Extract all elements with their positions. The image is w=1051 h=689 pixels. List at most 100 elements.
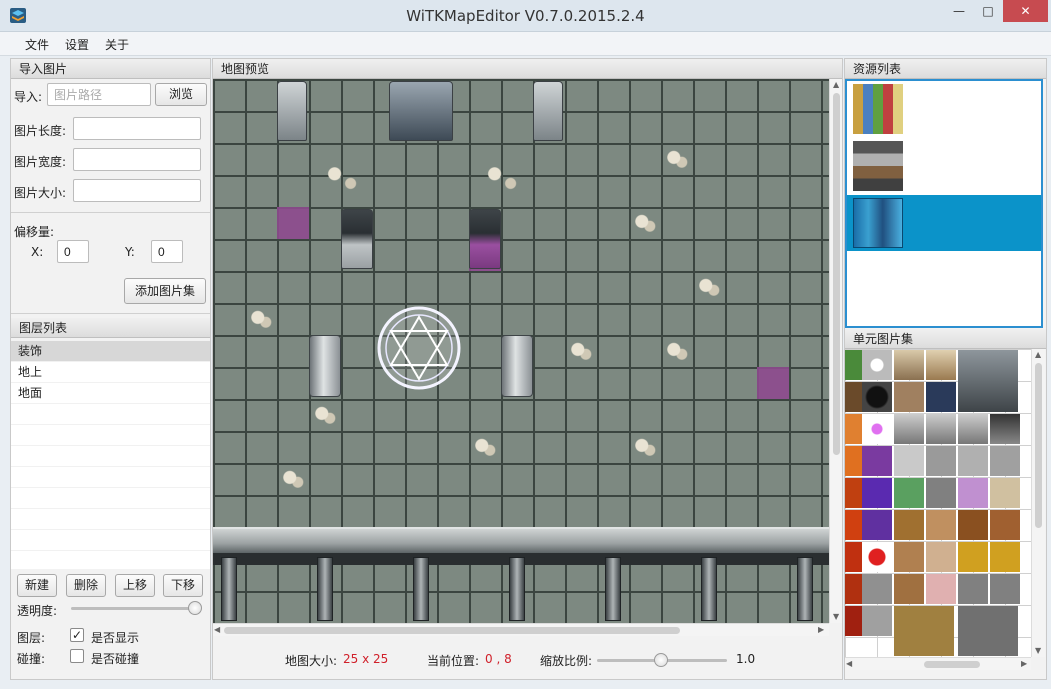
scroll-right-icon[interactable]: ▶	[1021, 659, 1027, 668]
scroll-thumb[interactable]	[833, 93, 840, 455]
scroll-left-icon[interactable]: ◀	[214, 625, 220, 634]
tile-cell[interactable]	[926, 478, 956, 508]
resource-item[interactable]	[847, 81, 1041, 137]
resource-item-selected[interactable]	[847, 195, 1041, 251]
tile-cell[interactable]	[862, 510, 892, 540]
scroll-down-icon[interactable]: ▼	[833, 612, 839, 621]
tile-cell[interactable]	[894, 382, 924, 412]
tile-cell[interactable]	[862, 542, 892, 572]
current-position-value: 0 , 8	[485, 652, 512, 666]
tile-cell[interactable]	[958, 606, 1018, 656]
tile-cell[interactable]	[926, 414, 956, 444]
map-horizontal-scrollbar[interactable]: ◀ ▶	[213, 623, 829, 636]
scroll-left-icon[interactable]: ◀	[846, 659, 852, 668]
tile-cell[interactable]	[894, 574, 924, 604]
image-path-input[interactable]	[47, 83, 151, 106]
tile-cell[interactable]	[926, 574, 956, 604]
opacity-slider-handle[interactable]	[188, 601, 202, 615]
tile-cell[interactable]	[990, 446, 1020, 476]
tile-cell[interactable]	[894, 510, 924, 540]
map-vertical-scrollbar[interactable]: ▲ ▼	[829, 79, 842, 623]
visible-checkbox[interactable]: ✓	[70, 628, 84, 642]
tile-vertical-scrollbar[interactable]: ▲ ▼	[1031, 349, 1045, 657]
tile-cell[interactable]	[862, 414, 892, 444]
layer-list: 装饰 地上 地面	[11, 341, 210, 569]
current-position-label: 当前位置:	[427, 654, 480, 668]
tile-cell[interactable]	[894, 414, 924, 444]
delete-layer-button[interactable]: 删除	[66, 574, 106, 597]
tile-cell[interactable]	[926, 510, 956, 540]
tile-cell[interactable]	[862, 478, 892, 508]
tile-cell[interactable]	[862, 382, 892, 412]
tile-cell[interactable]	[958, 478, 988, 508]
scroll-up-icon[interactable]: ▲	[833, 80, 839, 89]
tile-cell[interactable]	[958, 510, 988, 540]
scroll-thumb[interactable]	[924, 661, 980, 668]
scroll-up-icon[interactable]: ▲	[1035, 350, 1041, 359]
tile-cell[interactable]	[958, 414, 988, 444]
menu-about[interactable]: 关于	[105, 36, 129, 53]
tile-horizontal-scrollbar[interactable]: ◀ ▶	[845, 657, 1031, 670]
tile-cell[interactable]	[958, 574, 988, 604]
tile-cell[interactable]	[926, 350, 956, 380]
tile-cell[interactable]	[862, 606, 892, 636]
tile-cell[interactable]	[958, 350, 1018, 412]
tile-cell[interactable]	[926, 382, 956, 412]
map-canvas[interactable]	[213, 79, 829, 623]
scroll-thumb[interactable]	[224, 627, 680, 634]
fence-post	[797, 557, 813, 621]
image-width-input[interactable]	[73, 148, 201, 171]
tile-cell[interactable]	[894, 478, 924, 508]
collision-checkbox[interactable]	[70, 649, 84, 663]
statue-tile	[277, 81, 307, 141]
tile-cell[interactable]	[990, 542, 1020, 572]
tile-cell[interactable]	[862, 350, 892, 380]
scroll-down-icon[interactable]: ▼	[1035, 646, 1041, 655]
tile-cell[interactable]	[894, 542, 924, 572]
add-image-set-button[interactable]: 添加图片集	[124, 278, 206, 304]
tile-set-grid[interactable]	[845, 349, 1031, 657]
tile-cell[interactable]	[926, 446, 956, 476]
zoom-value: 1.0	[736, 652, 756, 666]
scroll-right-icon[interactable]: ▶	[818, 625, 824, 634]
image-size-input[interactable]	[73, 179, 201, 202]
bones-tile	[277, 463, 309, 495]
menu-settings[interactable]: 设置	[65, 36, 89, 53]
resource-list-header: 资源列表	[845, 59, 1046, 79]
image-length-input[interactable]	[73, 117, 201, 140]
new-layer-button[interactable]: 新建	[17, 574, 57, 597]
layer-item-above-ground[interactable]: 地上	[11, 362, 210, 383]
zoom-slider-handle[interactable]	[654, 653, 668, 667]
maximize-button[interactable]: □	[974, 0, 1002, 22]
tile-cell[interactable]	[894, 446, 924, 476]
gate-decoration	[389, 81, 453, 141]
menu-file[interactable]: 文件	[25, 36, 49, 53]
close-button[interactable]: ✕	[1003, 0, 1048, 22]
tile-cell[interactable]	[990, 510, 1020, 540]
tile-cell[interactable]	[990, 574, 1020, 604]
tile-cell[interactable]	[958, 542, 988, 572]
move-down-button[interactable]: 下移	[163, 574, 203, 597]
layer-empty-row	[11, 530, 210, 551]
tile-cell[interactable]	[990, 414, 1020, 444]
browse-button[interactable]: 浏览	[155, 83, 207, 106]
tile-cell[interactable]	[894, 606, 954, 656]
offset-x-input[interactable]	[57, 240, 89, 263]
tile-cell[interactable]	[862, 446, 892, 476]
tile-cell[interactable]	[958, 446, 988, 476]
move-up-button[interactable]: 上移	[115, 574, 155, 597]
bones-tile	[693, 271, 725, 303]
tile-cell[interactable]	[894, 350, 924, 380]
scroll-thumb[interactable]	[1035, 363, 1042, 528]
tile-cell[interactable]	[990, 478, 1020, 508]
gargoyle-statue	[341, 209, 373, 269]
bones-tile	[309, 399, 341, 431]
opacity-slider[interactable]	[71, 607, 195, 610]
layer-item-ground[interactable]: 地面	[11, 383, 210, 404]
tile-cell[interactable]	[862, 574, 892, 604]
minimize-button[interactable]: —	[945, 0, 973, 22]
resource-item[interactable]	[847, 138, 1041, 194]
tile-cell[interactable]	[926, 542, 956, 572]
layer-item-decoration[interactable]: 装饰	[11, 341, 210, 362]
offset-y-input[interactable]	[151, 240, 183, 263]
